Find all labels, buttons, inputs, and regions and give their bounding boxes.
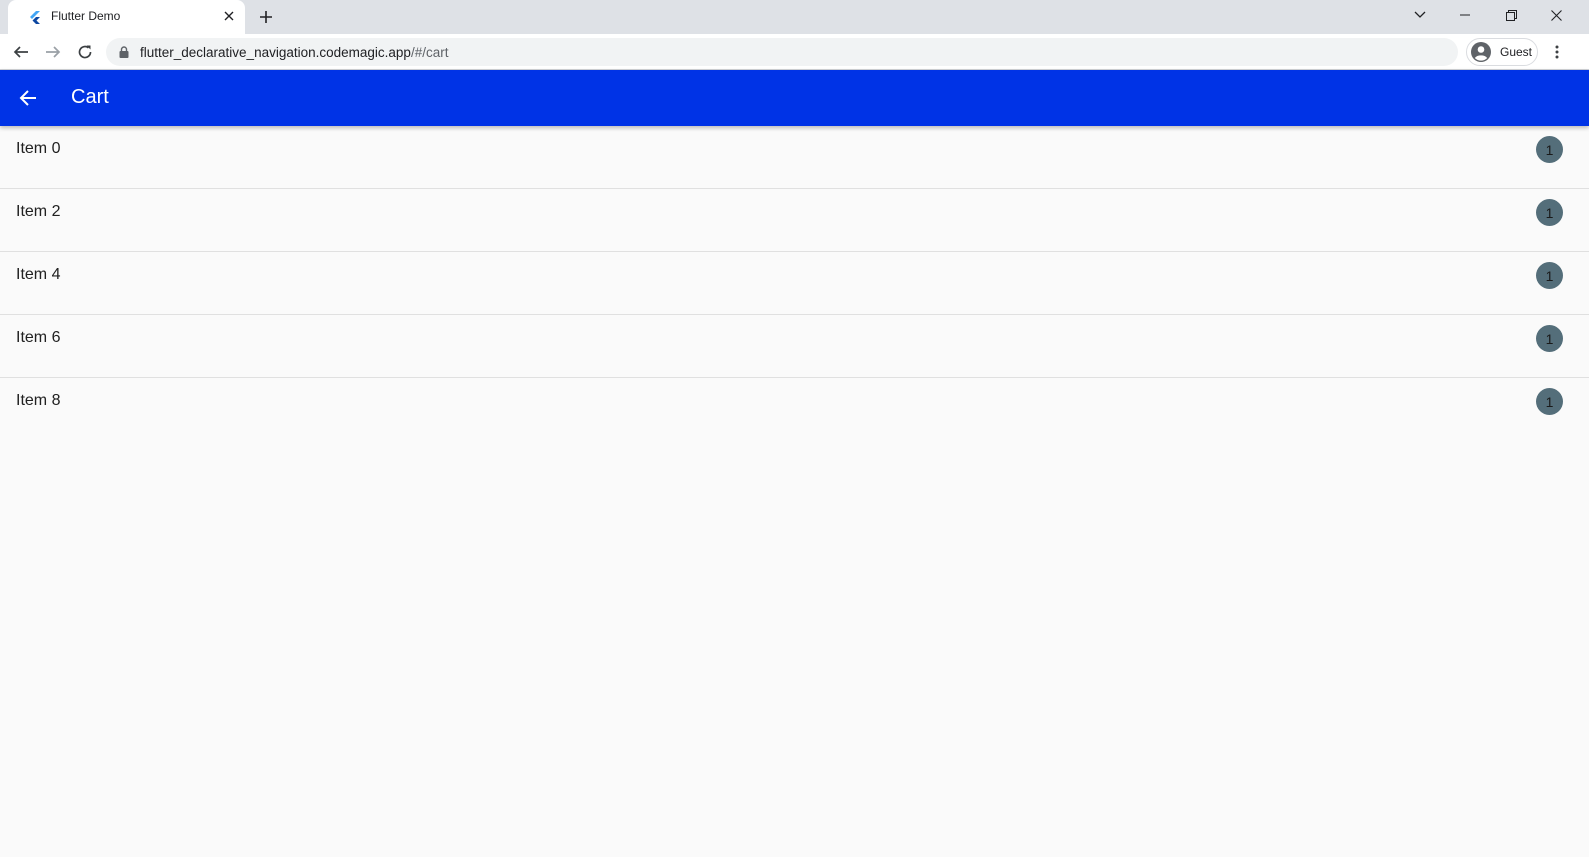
item-label: Item 2 [16,203,61,220]
tab-search-chevron-icon[interactable] [1397,0,1443,30]
profile-label: Guest [1500,45,1533,59]
app-bar: Cart [0,70,1589,126]
flutter-icon [30,11,40,24]
list-item[interactable]: Item 0 1 [0,126,1589,189]
new-tab-plus-icon[interactable] [254,5,278,29]
list-item[interactable]: Item 2 1 [0,189,1589,252]
lock-icon [119,46,129,58]
quantity-badge: 1 [1536,388,1563,415]
url-text: flutter_declarative_navigation.codemagic… [140,45,448,60]
restore-icon[interactable] [1488,0,1534,30]
tab-title: Flutter Demo [51,9,121,23]
item-label: Item 8 [16,392,61,409]
quantity-badge: 1 [1536,325,1563,352]
tab-close-icon[interactable] [219,6,239,26]
avatar-icon [1471,42,1491,62]
reload-icon[interactable] [71,38,99,66]
item-label: Item 6 [16,329,61,346]
forward-arrow-icon[interactable] [39,38,67,66]
url-host: flutter_declarative_navigation.codemagic… [140,45,411,60]
browser-tab[interactable]: Flutter Demo [8,0,245,34]
list-item[interactable]: Item 4 1 [0,252,1589,315]
cart-list: Item 0 1 Item 2 1 Item 4 1 Item 6 1 Item… [0,126,1589,441]
back-arrow-icon[interactable] [7,38,35,66]
address-bar[interactable]: flutter_declarative_navigation.codemagic… [106,38,1458,66]
list-item[interactable]: Item 8 1 [0,378,1589,441]
quantity-badge: 1 [1536,262,1563,289]
page-title: Cart [71,86,109,108]
back-arrow-icon[interactable] [12,82,44,114]
close-window-icon[interactable] [1533,0,1579,30]
profile-button[interactable]: Guest [1466,38,1538,66]
more-vert-icon[interactable] [1547,38,1567,66]
quantity-badge: 1 [1536,199,1563,226]
item-label: Item 0 [16,140,61,157]
browser-toolbar: flutter_declarative_navigation.codemagic… [0,34,1589,70]
browser-tabstrip: Flutter Demo [0,0,1589,34]
minimize-icon[interactable] [1442,0,1488,30]
url-path: /#/cart [410,45,449,60]
item-label: Item 4 [16,266,61,283]
quantity-badge: 1 [1536,136,1563,163]
list-item[interactable]: Item 6 1 [0,315,1589,378]
